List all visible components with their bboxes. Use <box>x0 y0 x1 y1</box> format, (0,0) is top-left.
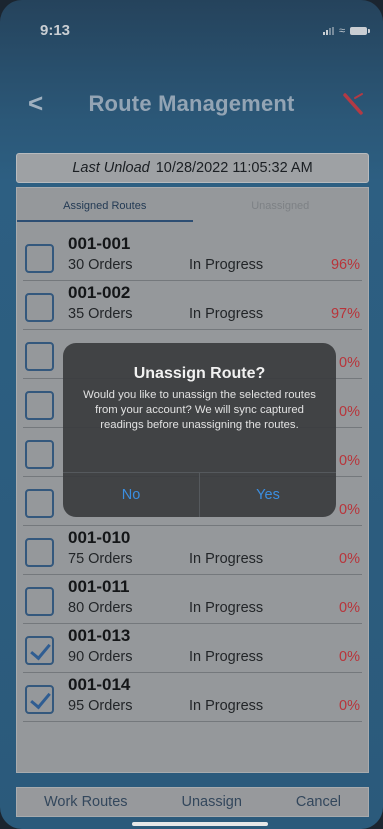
route-percent: 0% <box>339 600 360 616</box>
route-checkbox[interactable] <box>25 342 54 371</box>
route-orders: 75 Orders <box>68 551 133 567</box>
no-button[interactable]: No <box>63 473 199 517</box>
route-tabs: Assigned Routes Unassigned <box>17 188 368 222</box>
status-bar: 9:13 ≈ <box>0 0 383 46</box>
route-percent: 0% <box>339 355 360 371</box>
dialog-buttons: No Yes <box>63 472 336 517</box>
route-checkbox[interactable] <box>25 293 54 322</box>
list-item[interactable]: 001-010 75 Orders In Progress 0% <box>23 526 362 575</box>
cancel-button[interactable]: Cancel <box>296 794 341 810</box>
route-percent: 0% <box>339 649 360 665</box>
last-unload-bar: Last Unload 10/28/2022 11:05:32 AM <box>16 153 369 183</box>
list-item[interactable]: 001-014 95 Orders In Progress 0% <box>23 673 362 722</box>
wifi-icon: ≈ <box>338 25 345 37</box>
list-item[interactable]: 001-011 80 Orders In Progress 0% <box>23 575 362 624</box>
route-checkbox[interactable] <box>25 440 54 469</box>
route-name: 001-002 <box>68 283 131 302</box>
status-icons: ≈ <box>322 25 370 37</box>
route-status: In Progress <box>189 649 264 665</box>
last-unload-value: 10/28/2022 11:05:32 AM <box>155 160 313 176</box>
route-percent: 0% <box>339 698 360 714</box>
route-orders: 30 Orders <box>68 257 133 273</box>
unassign-button[interactable]: Unassign <box>181 794 241 810</box>
route-percent: 0% <box>339 502 360 518</box>
dialog-title: Unassign Route? <box>133 365 266 382</box>
page-title: Route Management <box>88 91 295 116</box>
phone-screen: 9:13 ≈ < Route Management Last Unload 10… <box>0 0 383 829</box>
battery-icon <box>350 27 370 35</box>
route-checkbox-checked[interactable] <box>25 685 54 714</box>
route-checkbox[interactable] <box>25 489 54 518</box>
work-routes-button[interactable]: Work Routes <box>44 794 128 810</box>
route-checkbox[interactable] <box>25 244 54 273</box>
route-orders: 90 Orders <box>68 649 133 665</box>
sync-disabled-icon[interactable] <box>339 90 367 118</box>
route-orders: 80 Orders <box>68 600 133 616</box>
bottom-action-bar: Work Routes Unassign Cancel <box>16 787 369 817</box>
route-orders: 95 Orders <box>68 698 133 714</box>
route-status: In Progress <box>189 551 264 567</box>
route-status: In Progress <box>189 306 264 322</box>
home-indicator[interactable] <box>132 822 268 826</box>
signal-icon <box>322 27 334 35</box>
route-checkbox[interactable] <box>25 391 54 420</box>
list-item[interactable]: 001-001 30 Orders In Progress 96% <box>23 232 362 281</box>
route-status: In Progress <box>189 600 264 616</box>
route-name: 001-014 <box>68 675 131 694</box>
last-unload-label: Last Unload <box>72 160 150 176</box>
status-time: 9:13 <box>40 22 71 39</box>
route-percent: 96% <box>330 257 360 273</box>
unassign-dialog: Unassign Route? Would you like to unassi… <box>63 343 336 517</box>
dialog-message: Would you like to unassign the selected … <box>83 389 316 431</box>
tab-unassigned[interactable]: Unassigned <box>193 188 369 222</box>
route-percent: 97% <box>330 306 360 322</box>
route-percent: 0% <box>339 551 360 567</box>
list-item[interactable]: 001-002 35 Orders In Progress 97% <box>23 281 362 330</box>
route-status: In Progress <box>189 257 264 273</box>
route-checkbox-checked[interactable] <box>25 636 54 665</box>
route-name: 001-013 <box>68 626 131 645</box>
route-name: 001-001 <box>68 234 131 253</box>
yes-button[interactable]: Yes <box>199 473 336 517</box>
route-orders: 35 Orders <box>68 306 133 322</box>
route-name: 001-011 <box>68 577 130 596</box>
route-name: 001-010 <box>68 528 131 547</box>
route-percent: 0% <box>339 404 360 420</box>
route-percent: 0% <box>339 453 360 469</box>
route-status: In Progress <box>189 698 264 714</box>
route-checkbox[interactable] <box>25 587 54 616</box>
tab-assigned-routes[interactable]: Assigned Routes <box>17 188 193 222</box>
route-checkbox[interactable] <box>25 538 54 567</box>
list-item[interactable]: 001-013 90 Orders In Progress 0% <box>23 624 362 673</box>
